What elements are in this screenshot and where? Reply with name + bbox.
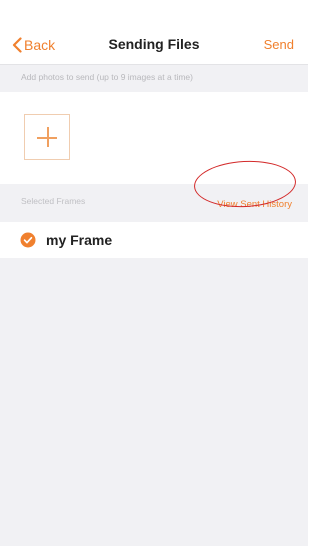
checkmark-circle-icon xyxy=(20,232,36,248)
selected-frames-label: Selected Frames xyxy=(21,196,86,206)
empty-content-area xyxy=(0,258,308,546)
frame-name: my Frame xyxy=(46,232,113,248)
send-button[interactable]: Send xyxy=(264,37,294,52)
hint-section: Add photos to send (up to 9 images at a … xyxy=(0,64,308,93)
hint-text: Add photos to send (up to 9 images at a … xyxy=(21,72,193,82)
page-title: Sending Files xyxy=(108,36,200,52)
frame-list-item[interactable]: my Frame xyxy=(0,222,308,258)
navigation-bar: Back Sending Files Send xyxy=(0,0,308,64)
add-photo-button[interactable] xyxy=(24,114,70,160)
sending-files-screen: Back Sending Files Send Add photos to se… xyxy=(0,0,308,546)
